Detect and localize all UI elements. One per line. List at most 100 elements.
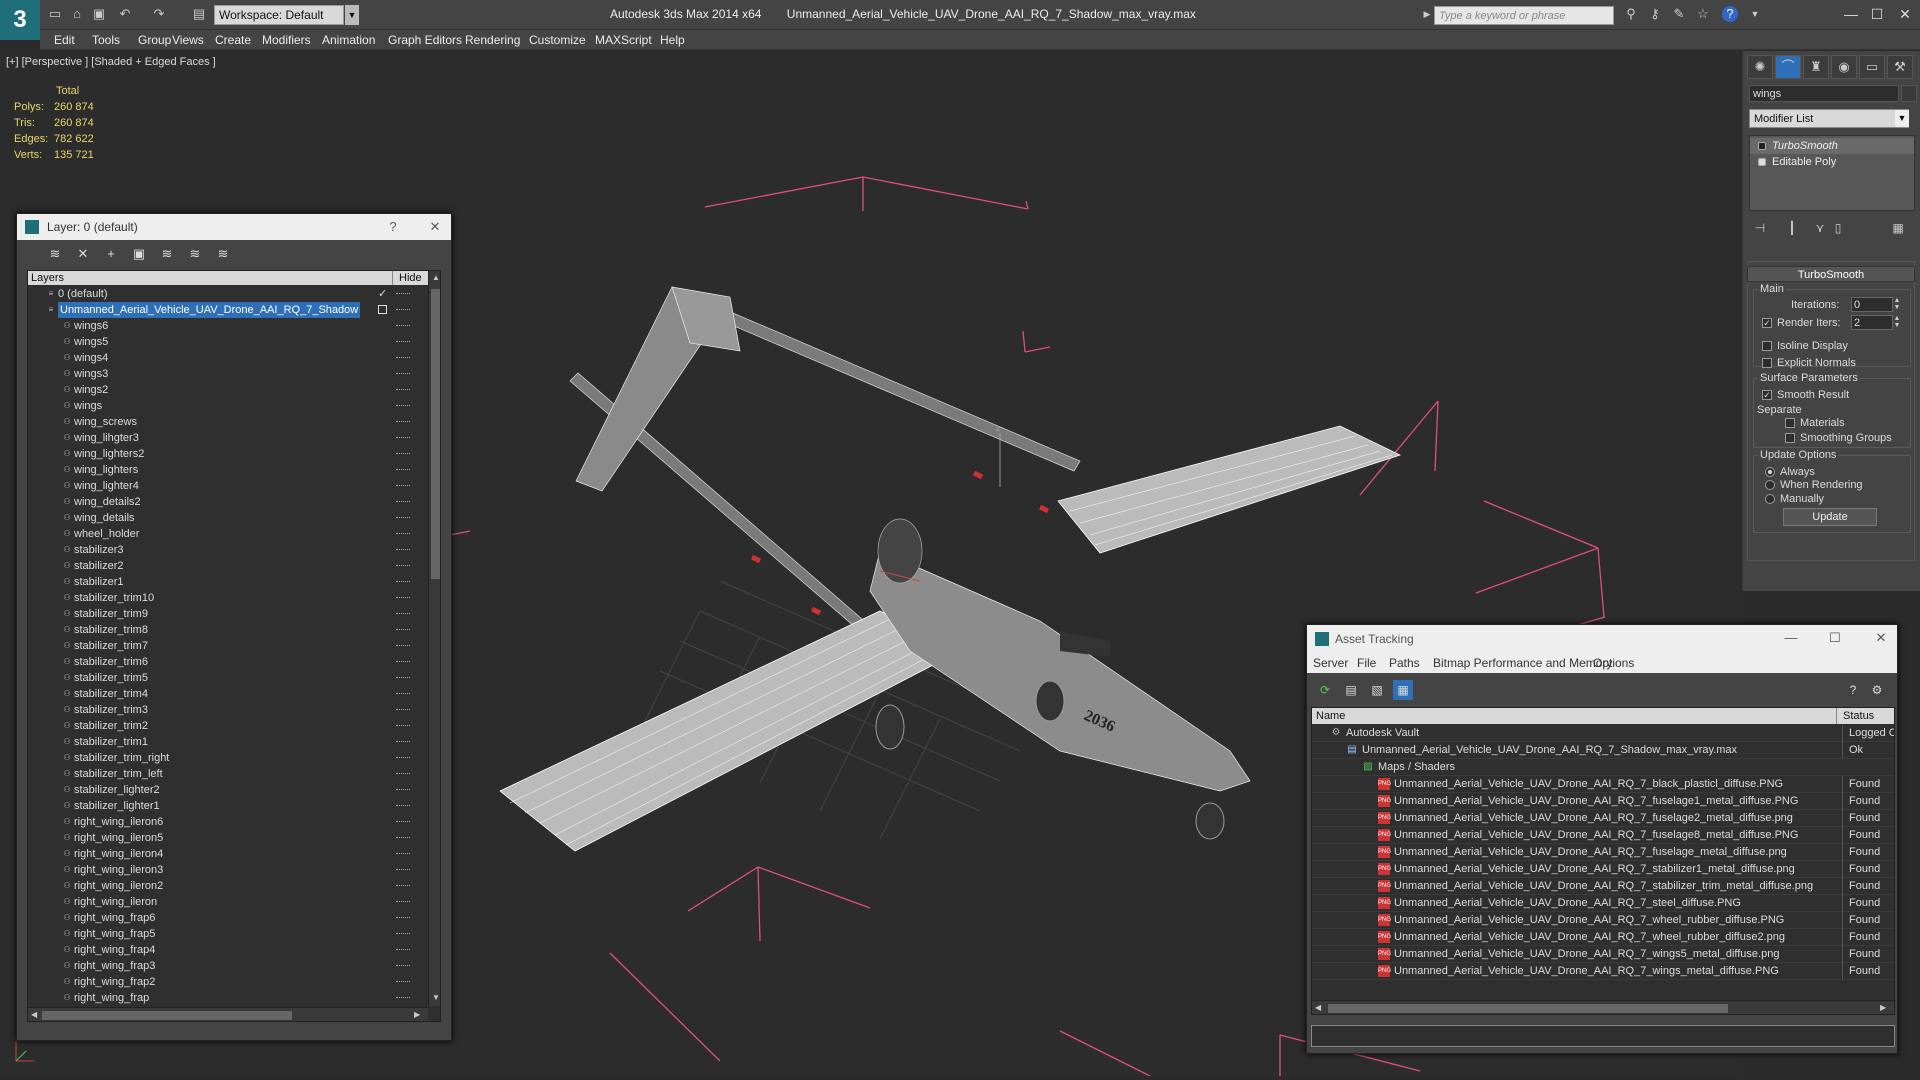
stack-item-turbosmooth[interactable]: TurboSmooth	[1750, 138, 1914, 154]
help-icon[interactable]: ?	[1843, 680, 1863, 700]
hide-toggle[interactable]	[396, 565, 410, 566]
asset-row[interactable]: PNG Unmanned_Aerial_Vehicle_UAV_Drone_AAI…	[1312, 929, 1894, 946]
hide-toggle[interactable]	[396, 293, 410, 294]
layer-row[interactable]: ⚇ stabilizer3	[28, 542, 428, 558]
hide-toggle[interactable]	[396, 693, 410, 694]
hide-toggle[interactable]	[396, 469, 410, 470]
hide-toggle[interactable]	[396, 725, 410, 726]
current-layer-check-icon[interactable]: ✓	[378, 286, 387, 302]
hide-toggle[interactable]	[396, 661, 410, 662]
hide-toggle[interactable]	[396, 965, 410, 966]
when-rendering-radio[interactable]	[1765, 480, 1775, 490]
layer-row[interactable]: ⚇ stabilizer_lighter1	[28, 798, 428, 814]
show-end-result-icon[interactable]: ┃	[1783, 219, 1801, 237]
subscription-icon[interactable]: ✎	[1670, 5, 1688, 23]
hide-toggle[interactable]	[396, 437, 410, 438]
modify-tab-icon[interactable]: ⌒	[1775, 55, 1801, 79]
asset-menu-options[interactable]: Options	[1593, 656, 1634, 670]
layer-row[interactable]: ⚇ stabilizer_trim4	[28, 686, 428, 702]
refresh-icon[interactable]: ⟳	[1315, 680, 1335, 700]
hide-toggle[interactable]	[396, 981, 410, 982]
layer-row[interactable]: ⚇ stabilizer_trim8	[28, 622, 428, 638]
layer-row[interactable]: ≡ Unmanned_Aerial_Vehicle_UAV_Drone_AAI_R…	[28, 302, 428, 318]
layer-row[interactable]: ⚇ wheel_holder	[28, 526, 428, 542]
layer-row[interactable]: ⚇ right_wing_ileron2	[28, 878, 428, 894]
layer-row[interactable]: ⚇ right_wing_ileron5	[28, 830, 428, 846]
hide-toggle[interactable]	[396, 773, 410, 774]
hide-toggle[interactable]	[396, 357, 410, 358]
hide-toggle[interactable]	[396, 421, 410, 422]
spinner-arrows-icon[interactable]: ▲ ▼	[1893, 297, 1901, 312]
layer-row[interactable]: ⚇ stabilizer_trim10	[28, 590, 428, 606]
close-button[interactable]: ✕	[1867, 625, 1895, 651]
hide-toggle[interactable]	[396, 949, 410, 950]
menu-animation[interactable]: Animation	[322, 33, 375, 47]
layer-row[interactable]: ⚇ stabilizer_lighter2	[28, 782, 428, 798]
hide-toggle[interactable]	[396, 613, 410, 614]
hide-toggle[interactable]	[396, 997, 410, 998]
hide-toggle[interactable]	[396, 757, 410, 758]
asset-row[interactable]: PNG Unmanned_Aerial_Vehicle_UAV_Drone_AAI…	[1312, 912, 1894, 929]
hide-toggle[interactable]	[396, 549, 410, 550]
layer-row[interactable]: ⚇ right_wing_frap2	[28, 974, 428, 990]
asset-row[interactable]: PNG Unmanned_Aerial_Vehicle_UAV_Drone_AAI…	[1312, 844, 1894, 861]
layer-row[interactable]: ⚇ stabilizer_trim3	[28, 702, 428, 718]
smoothing-groups-checkbox[interactable]	[1785, 433, 1795, 443]
render-iters-checkbox[interactable]: ✓	[1762, 318, 1772, 328]
menu-maxscript[interactable]: MAXScript	[595, 33, 652, 47]
chevron-down-icon[interactable]: ▼	[345, 5, 359, 25]
maximize-button[interactable]: ☐	[1821, 625, 1849, 651]
layer-row[interactable]: ⚇ wings5	[28, 334, 428, 350]
layer-vertical-scrollbar[interactable]: ▲ ▼	[428, 271, 440, 1006]
key-icon[interactable]: ⚷	[1646, 5, 1664, 23]
layer-row[interactable]: ⚇ stabilizer_trim9	[28, 606, 428, 622]
hide-toggle[interactable]	[396, 341, 410, 342]
hide-toggle[interactable]	[396, 677, 410, 678]
modifier-list-dropdown[interactable]: Modifier List	[1749, 109, 1909, 128]
iterations-spinner[interactable]: 0	[1851, 297, 1893, 312]
layer-row[interactable]: ⚇ stabilizer1	[28, 574, 428, 590]
hide-toggle[interactable]	[396, 501, 410, 502]
always-radio[interactable]	[1765, 467, 1775, 477]
hide-toggle[interactable]	[396, 533, 410, 534]
hide-toggle[interactable]	[396, 517, 410, 518]
close-button[interactable]: ✕	[1890, 4, 1920, 24]
asset-menu-bitmap-performance-and-memory[interactable]: Bitmap Performance and Memory	[1433, 656, 1612, 670]
scroll-up-icon[interactable]: ▲	[432, 273, 440, 282]
make-unique-icon[interactable]: ⋎	[1811, 219, 1829, 237]
hide-toggle[interactable]	[396, 309, 410, 310]
help-dropdown-icon[interactable]: ▼	[1746, 5, 1764, 23]
layer-row[interactable]: ⚇ wings6	[28, 318, 428, 334]
search-input[interactable]: Type a keyword or phrase	[1434, 6, 1614, 25]
layer-row[interactable]: ⚇ wing_lihgter3	[28, 430, 428, 446]
layer-row[interactable]: ⚇ wings4	[28, 350, 428, 366]
redo-icon[interactable]: ↷	[150, 5, 168, 23]
expand-icon[interactable]	[1758, 158, 1766, 166]
layer-row[interactable]: ⚇ right_wing_frap	[28, 990, 428, 1006]
menu-tools[interactable]: Tools	[92, 33, 120, 47]
new-layer-icon[interactable]: ≋	[45, 244, 65, 264]
isoline-display-checkbox[interactable]	[1762, 341, 1772, 351]
asset-row[interactable]: PNG Unmanned_Aerial_Vehicle_UAV_Drone_AAI…	[1312, 878, 1894, 895]
render-iters-spinner[interactable]: 2	[1851, 315, 1893, 330]
asset-row[interactable]: PNG Unmanned_Aerial_Vehicle_UAV_Drone_AAI…	[1312, 861, 1894, 878]
layer-row[interactable]: ⚇ stabilizer_trim7	[28, 638, 428, 654]
select-objects-icon[interactable]: ▣	[129, 244, 149, 264]
asset-row[interactable]: PNG Unmanned_Aerial_Vehicle_UAV_Drone_AAI…	[1312, 776, 1894, 793]
chevron-down-icon[interactable]: ▼	[1895, 110, 1909, 127]
motion-tab-icon[interactable]: ◉	[1831, 55, 1857, 79]
hide-toggle[interactable]	[396, 885, 410, 886]
hide-toggle[interactable]	[396, 581, 410, 582]
workspace-selector[interactable]: Workspace: Default	[214, 5, 344, 25]
layer-row[interactable]: ⚇ wings3	[28, 366, 428, 382]
save-file-icon[interactable]: ▣	[90, 5, 108, 23]
layer-row[interactable]: ⚇ stabilizer_trim5	[28, 670, 428, 686]
layer-row[interactable]: ⚇ right_wing_ileron3	[28, 862, 428, 878]
asset-menu-paths[interactable]: Paths	[1389, 656, 1420, 670]
asset-menu-server[interactable]: Server	[1313, 656, 1348, 670]
table-view-icon[interactable]: ▦	[1393, 680, 1413, 700]
hide-toggle[interactable]	[396, 933, 410, 934]
layer-row[interactable]: ⚇ right_wing_ileron6	[28, 814, 428, 830]
column-header-status[interactable]: Status	[1836, 708, 1894, 724]
hide-toggle[interactable]	[396, 741, 410, 742]
